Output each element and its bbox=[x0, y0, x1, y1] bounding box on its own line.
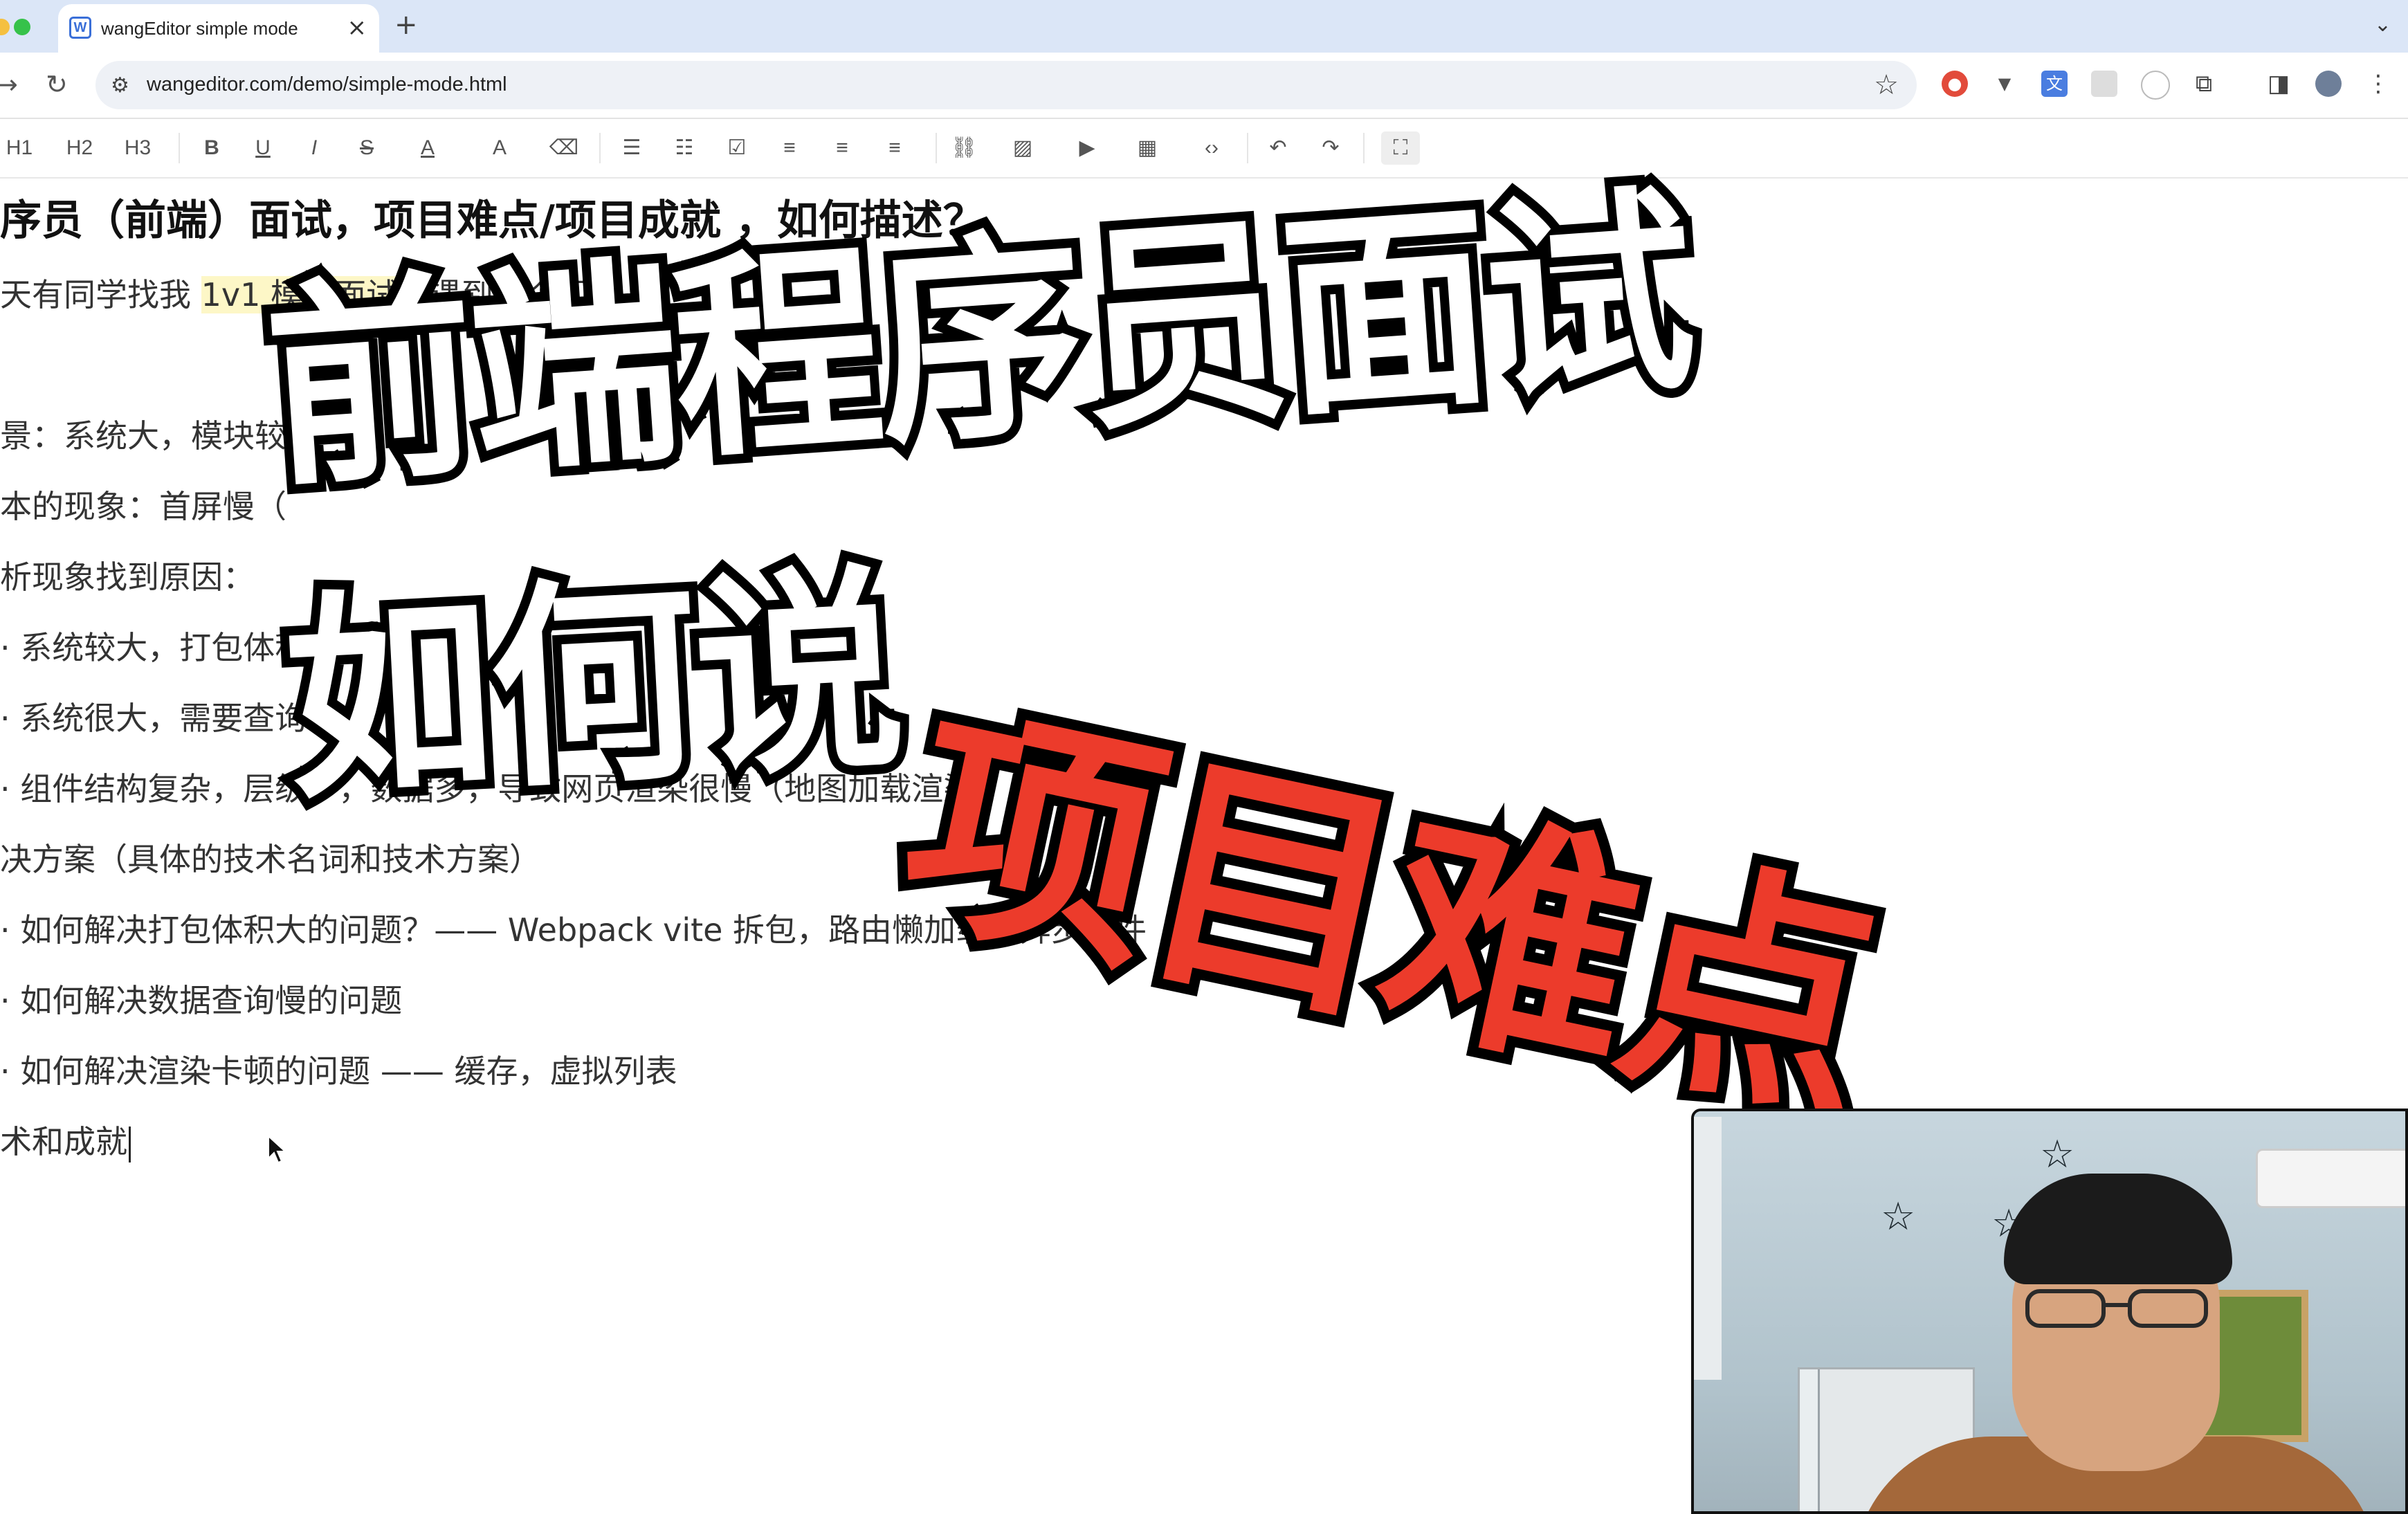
bulleted-list-icon[interactable]: ☰ bbox=[616, 131, 648, 165]
wangeditor-favicon-icon: W bbox=[69, 17, 91, 39]
align-left-icon[interactable]: ≡ bbox=[774, 131, 805, 165]
underline-button[interactable]: U bbox=[248, 131, 278, 165]
align-justify-icon[interactable]: ≡ bbox=[879, 131, 911, 165]
paragraph-line: 析现象找到原因： bbox=[0, 558, 255, 596]
text-caret bbox=[129, 1126, 131, 1162]
italic-button[interactable]: I bbox=[299, 131, 329, 165]
extension-grid-icon[interactable] bbox=[2091, 71, 2117, 97]
extensions-puzzle-icon[interactable]: ⧉ bbox=[2191, 71, 2217, 97]
list-item: · 如何解决渲染卡顿的问题 —— 缓存，虚拟列表 bbox=[0, 1052, 677, 1090]
paragraph-line: 术和成就 bbox=[0, 1123, 127, 1160]
wall-star-icon: ☆ bbox=[1881, 1194, 1916, 1239]
webcam-window-frame bbox=[1694, 1117, 1722, 1380]
paragraph-line: 本的现象：首屏慢（ bbox=[0, 488, 286, 525]
link-icon[interactable]: ⛓ bbox=[948, 131, 980, 165]
menu-kebab-icon[interactable]: ⋮ bbox=[2365, 71, 2391, 97]
toolbar-divider bbox=[179, 133, 180, 163]
extension-vue-icon[interactable]: ▼ bbox=[1991, 71, 2018, 97]
extension-translate-icon[interactable]: 文 bbox=[2041, 71, 2068, 97]
site-info-icon[interactable]: ⚙ bbox=[111, 73, 129, 98]
webcam-glasses bbox=[2025, 1289, 2208, 1328]
forward-arrow-icon[interactable]: → bbox=[0, 69, 18, 100]
browser-tab-active[interactable]: W wangEditor simple mode × bbox=[58, 4, 379, 53]
background-color-button[interactable]: A bbox=[480, 131, 519, 165]
list-item: · 如何解决数据查询慢的问题 bbox=[0, 982, 403, 1019]
tab-title: wangEditor simple mode bbox=[101, 18, 298, 39]
url-text[interactable]: wangeditor.com/demo/simple-mode.html bbox=[147, 73, 507, 96]
url-bar[interactable]: ⚙ wangeditor.com/demo/simple-mode.html ☆ bbox=[95, 61, 1917, 109]
tab-close-icon[interactable]: × bbox=[347, 14, 367, 42]
toolbar-divider bbox=[936, 133, 937, 163]
paragraph-line: 决方案（具体的技术名词和技术方案） bbox=[0, 841, 541, 878]
list-item: · 系统较大，打包体积 bbox=[0, 629, 307, 666]
heading3-button[interactable]: H3 bbox=[120, 131, 155, 165]
tab-search-chevron-down-icon[interactable]: ⌄ bbox=[2374, 12, 2391, 37]
side-panel-icon[interactable]: ◨ bbox=[2265, 71, 2292, 97]
list-item: · 系统很大，需要查询 bbox=[0, 700, 307, 737]
extension-red-icon[interactable]: ● bbox=[1942, 71, 1968, 97]
paragraph-line-with-caret: 术和成就 bbox=[0, 1117, 131, 1162]
browser-tab-bar: W wangEditor simple mode × + ⌄ bbox=[0, 0, 2408, 53]
heading2-button[interactable]: H2 bbox=[62, 131, 97, 165]
browser-address-bar: → ↻ ⚙ wangeditor.com/demo/simple-mode.ht… bbox=[0, 53, 2408, 119]
font-color-button[interactable]: A bbox=[408, 131, 447, 165]
extension-circle-icon[interactable] bbox=[2141, 71, 2170, 100]
numbered-list-icon[interactable]: ☷ bbox=[668, 131, 700, 165]
reload-icon[interactable]: ↻ bbox=[46, 69, 68, 100]
overlay-title-line2: 如何说 bbox=[270, 535, 915, 839]
paragraph-line: 景：系统大，模块较 bbox=[0, 417, 286, 455]
strikethrough-button[interactable]: S bbox=[352, 131, 382, 165]
window-minimize-button[interactable] bbox=[0, 19, 10, 35]
profile-avatar[interactable] bbox=[2315, 71, 2342, 97]
webcam-air-conditioner bbox=[2256, 1149, 2405, 1208]
wall-star-icon: ☆ bbox=[2040, 1132, 2075, 1177]
new-tab-button[interactable]: + bbox=[394, 10, 418, 40]
toolbar-divider bbox=[599, 133, 601, 163]
todo-checkbox-icon[interactable]: ☑ bbox=[721, 131, 753, 165]
bold-button[interactable]: B bbox=[197, 131, 227, 165]
heading1-button[interactable]: H1 bbox=[4, 131, 35, 165]
mouse-pointer-icon bbox=[268, 1135, 287, 1164]
window-zoom-button[interactable] bbox=[14, 19, 30, 35]
intro-text: 天有同学找我 bbox=[0, 276, 201, 313]
webcam-video: ☆ ☆ ☆ bbox=[1691, 1109, 2408, 1514]
align-center-icon[interactable]: ≡ bbox=[826, 131, 858, 165]
clear-style-icon[interactable]: ⌫ bbox=[548, 131, 580, 165]
bookmark-star-icon[interactable]: ☆ bbox=[1874, 69, 1899, 101]
